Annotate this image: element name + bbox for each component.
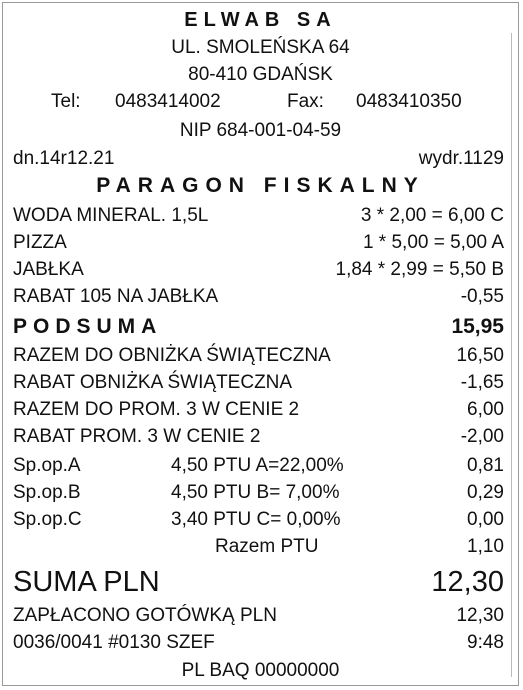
- total-value: 12,30: [431, 566, 504, 598]
- adjustment-value: 16,50: [456, 345, 504, 366]
- tax-detail: 3,40 PTU C= 0,00%: [171, 509, 341, 530]
- transaction-code: 0036/0041 #0130 SZEF: [13, 632, 215, 653]
- tel-label: Tel:: [51, 91, 81, 112]
- tax-total-value: 1,10: [467, 536, 504, 557]
- tax-value: 0,81: [467, 455, 504, 476]
- fax-label: Fax:: [287, 91, 324, 112]
- adjustment-name: RABAT OBNIŻKA ŚWIĄTECZNA: [13, 372, 293, 393]
- printout-number: wydr.1129: [418, 148, 504, 169]
- receipt-date: dn.14r12.21: [13, 148, 115, 169]
- receipt-title: PARAGON FISKALNY: [96, 174, 425, 197]
- tax-detail: 4,50 PTU B= 7,00%: [171, 482, 340, 503]
- item-calc: -0,55: [460, 286, 504, 307]
- adjustment-value: -2,00: [460, 426, 504, 447]
- total-label: SUMA PLN: [13, 566, 160, 598]
- payment-value: 12,30: [456, 605, 504, 626]
- tax-total-label: Razem PTU: [215, 536, 319, 557]
- tax-id: NIP 684-001-04-59: [179, 120, 342, 141]
- payment-label: ZAPŁACONO GOTÓWKĄ PLN: [13, 605, 277, 626]
- item-name: RABAT 105 NA JABŁKA: [13, 286, 219, 307]
- tax-detail: 4,50 PTU A=22,00%: [171, 455, 344, 476]
- item-calc: 1,84 * 2,99 = 5,50 B: [335, 259, 505, 280]
- company-city: 80-410 GDAŃSK: [188, 64, 333, 85]
- adjustment-name: RAZEM DO OBNIŻKA ŚWIĄTECZNA: [13, 345, 331, 366]
- adjustment-name: RAZEM DO PROM. 3 W CENIE 2: [13, 399, 300, 420]
- tel-value: 0483414002: [115, 91, 221, 112]
- subtotal-value: 15,95: [451, 315, 504, 338]
- tax-label: Sp.op.C: [13, 509, 82, 530]
- receipt-time: 9:48: [467, 632, 504, 653]
- tax-label: Sp.op.B: [13, 482, 81, 503]
- subtotal-label: PODSUMA: [13, 315, 163, 338]
- item-name: WODA MINERAL. 1,5L: [13, 205, 209, 226]
- adjustment-value: -1,65: [460, 372, 504, 393]
- item-calc: 3 * 2,00 = 6,00 C: [360, 205, 504, 226]
- tax-label: Sp.op.A: [13, 455, 81, 476]
- device-number: PL BAQ 00000000: [181, 660, 340, 681]
- fiscal-receipt: ELWAB SA UL. SMOLEŃSKA 64 80-410 GDAŃSK …: [2, 2, 519, 686]
- item-name: JABŁKA: [13, 259, 84, 280]
- fax-value: 0483410350: [356, 91, 462, 112]
- item-calc: 1 * 5,00 = 5,00 A: [362, 232, 504, 253]
- item-name: PIZZA: [13, 232, 67, 253]
- adjustment-name: RABAT PROM. 3 W CENIE 2: [13, 426, 261, 447]
- company-name: ELWAB SA: [184, 9, 337, 31]
- adjustment-value: 6,00: [467, 399, 504, 420]
- tax-value: 0,29: [467, 482, 504, 503]
- tax-value: 0,00: [467, 509, 504, 530]
- company-street: UL. SMOLEŃSKA 64: [171, 37, 350, 58]
